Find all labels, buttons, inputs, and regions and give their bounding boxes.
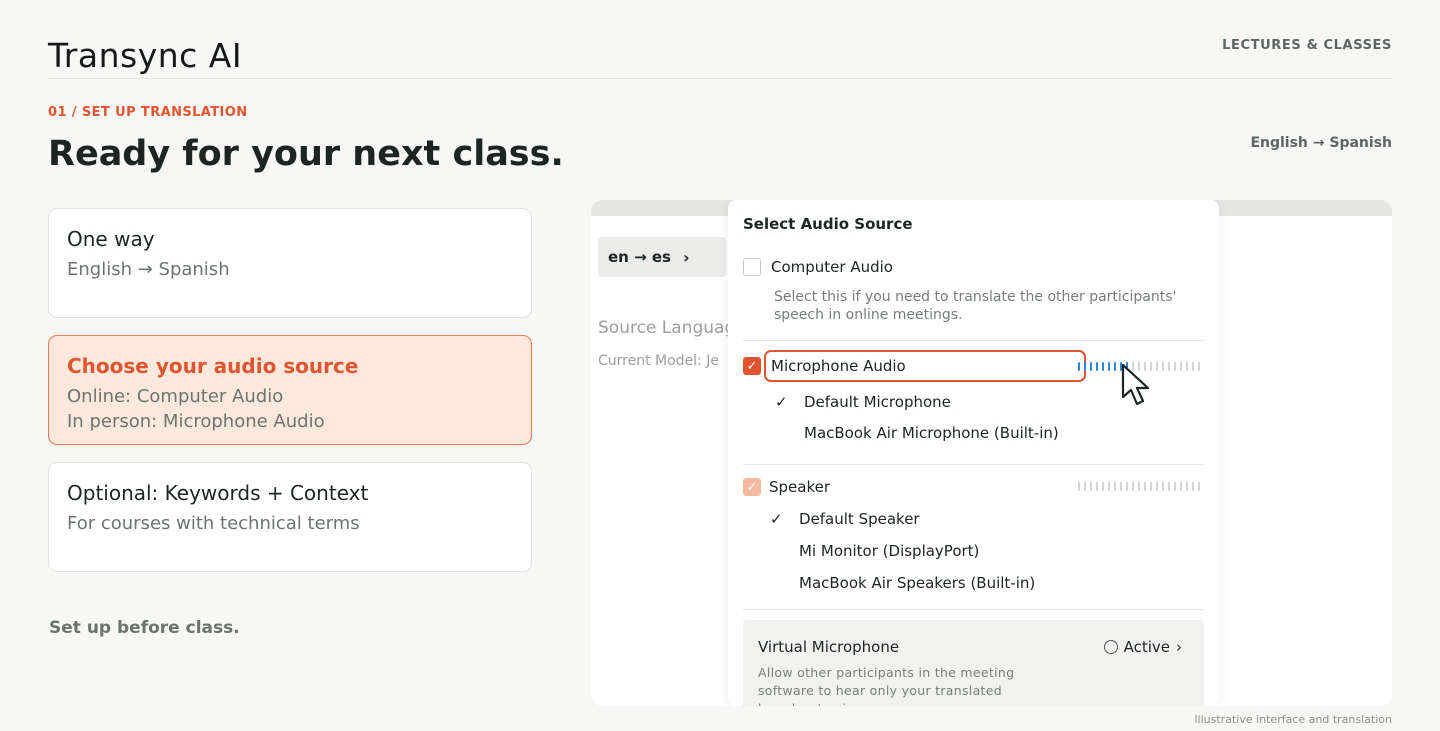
meter-bar bbox=[1078, 362, 1080, 371]
chevron-right-icon: › bbox=[682, 247, 690, 267]
meter-bar bbox=[1192, 482, 1194, 491]
card-audio-source[interactable]: Choose your audio source Online: Compute… bbox=[48, 335, 532, 445]
virtual-microphone-status-label: Active bbox=[1123, 638, 1170, 656]
meter-bar bbox=[1138, 482, 1140, 491]
meter-bar bbox=[1156, 362, 1158, 371]
virtual-microphone-status[interactable]: Active › bbox=[1103, 638, 1182, 656]
speaker-option[interactable]: Mi Monitor (DisplayPort) bbox=[799, 542, 979, 560]
meter-bar bbox=[1174, 362, 1176, 371]
microphone-option[interactable]: MacBook Air Microphone (Built-in) bbox=[804, 424, 1059, 442]
meter-bar bbox=[1168, 362, 1170, 371]
current-model-label: Current Model: Je bbox=[598, 353, 719, 369]
card-keywords-context[interactable]: Optional: Keywords + Context For courses… bbox=[48, 462, 532, 572]
meter-bar bbox=[1150, 482, 1152, 491]
card-line: For courses with technical terms bbox=[67, 513, 360, 534]
nav-link-lectures[interactable]: LECTURES & CLASSES bbox=[1222, 38, 1392, 53]
meter-bar bbox=[1096, 362, 1098, 371]
meter-bar bbox=[1084, 362, 1086, 371]
meter-bar bbox=[1096, 482, 1098, 491]
computer-audio-label: Computer Audio bbox=[771, 258, 893, 276]
speaker-checkbox[interactable]: ✓ bbox=[743, 478, 761, 496]
meter-bar bbox=[1084, 482, 1086, 491]
meter-bar bbox=[1198, 362, 1200, 371]
audio-source-panel: Select Audio Source Computer Audio Selec… bbox=[728, 200, 1219, 706]
meter-bar bbox=[1174, 482, 1176, 491]
meter-bar bbox=[1078, 482, 1080, 491]
caption: Illustrative interface and translation bbox=[1194, 713, 1392, 726]
divider bbox=[743, 609, 1204, 610]
checkmark-icon: ✓ bbox=[770, 510, 783, 528]
meter-bar bbox=[1108, 362, 1110, 371]
meter-bar bbox=[1090, 482, 1092, 491]
meter-bar bbox=[1186, 362, 1188, 371]
card-title: Optional: Keywords + Context bbox=[67, 481, 369, 505]
meter-bar bbox=[1090, 362, 1092, 371]
language-selector[interactable]: en → es › bbox=[598, 237, 726, 277]
checkmark-icon: ✓ bbox=[775, 393, 788, 411]
footnote: Set up before class. bbox=[49, 618, 240, 638]
panel-title: Select Audio Source bbox=[743, 215, 913, 233]
meter-bar bbox=[1114, 362, 1116, 371]
source-language-label: Source Languag bbox=[598, 318, 736, 338]
meter-bar bbox=[1108, 482, 1110, 491]
language-chip-label: en → es bbox=[608, 248, 671, 266]
brand-logo[interactable]: Transync AI bbox=[48, 36, 242, 75]
page-title: Ready for your next class. bbox=[48, 134, 564, 174]
meter-bar bbox=[1198, 482, 1200, 491]
virtual-microphone-description: Allow other participants in the meeting … bbox=[758, 665, 1015, 706]
meter-bar bbox=[1180, 482, 1182, 491]
microphone-option[interactable]: Default Microphone bbox=[804, 393, 951, 411]
meter-bar bbox=[1144, 482, 1146, 491]
step-label: 01 / SET UP TRANSLATION bbox=[48, 105, 248, 120]
cursor-pointer-icon bbox=[1121, 363, 1150, 406]
card-title: Choose your audio source bbox=[67, 354, 359, 378]
divider bbox=[743, 464, 1204, 465]
checkmark-icon: ✓ bbox=[746, 358, 758, 374]
chevron-right-icon: › bbox=[1176, 638, 1182, 656]
card-line: Online: Computer Audio bbox=[67, 386, 284, 407]
computer-audio-description: Select this if you need to translate the… bbox=[774, 289, 1177, 323]
language-pair: English → Spanish bbox=[1250, 135, 1392, 151]
meter-bar bbox=[1180, 362, 1182, 371]
computer-audio-checkbox[interactable] bbox=[743, 258, 761, 276]
meter-bar bbox=[1102, 482, 1104, 491]
meter-bar bbox=[1102, 362, 1104, 371]
meter-bar bbox=[1156, 482, 1158, 491]
meter-bar bbox=[1168, 482, 1170, 491]
card-line: English → Spanish bbox=[67, 259, 230, 280]
microphone-audio-label[interactable]: Microphone Audio bbox=[771, 357, 906, 375]
virtual-microphone-section[interactable]: Virtual Microphone Active › Allow other … bbox=[743, 620, 1204, 706]
meter-bar bbox=[1186, 482, 1188, 491]
header-divider bbox=[48, 78, 1392, 79]
virtual-microphone-title: Virtual Microphone bbox=[758, 638, 900, 656]
card-line: In person: Microphone Audio bbox=[67, 411, 325, 432]
speaker-option[interactable]: Default Speaker bbox=[799, 510, 920, 528]
speaker-label: Speaker bbox=[769, 478, 831, 496]
meter-bar bbox=[1114, 482, 1116, 491]
meter-bar bbox=[1162, 482, 1164, 491]
radio-icon bbox=[1103, 640, 1118, 654]
card-title: One way bbox=[67, 227, 155, 251]
meter-bar bbox=[1162, 362, 1164, 371]
meter-bar bbox=[1126, 482, 1128, 491]
checkmark-icon: ✓ bbox=[746, 479, 758, 495]
microphone-audio-checkbox[interactable]: ✓ bbox=[743, 357, 761, 375]
speaker-option[interactable]: MacBook Air Speakers (Built-in) bbox=[799, 574, 1035, 592]
card-one-way[interactable]: One way English → Spanish bbox=[48, 208, 532, 318]
meter-bar bbox=[1192, 362, 1194, 371]
speaker-level-meter bbox=[1078, 482, 1200, 491]
meter-bar bbox=[1120, 482, 1122, 491]
meter-bar bbox=[1132, 482, 1134, 491]
divider bbox=[743, 340, 1204, 341]
app-window: en → es › Source Languag Current Model: … bbox=[591, 200, 1392, 706]
